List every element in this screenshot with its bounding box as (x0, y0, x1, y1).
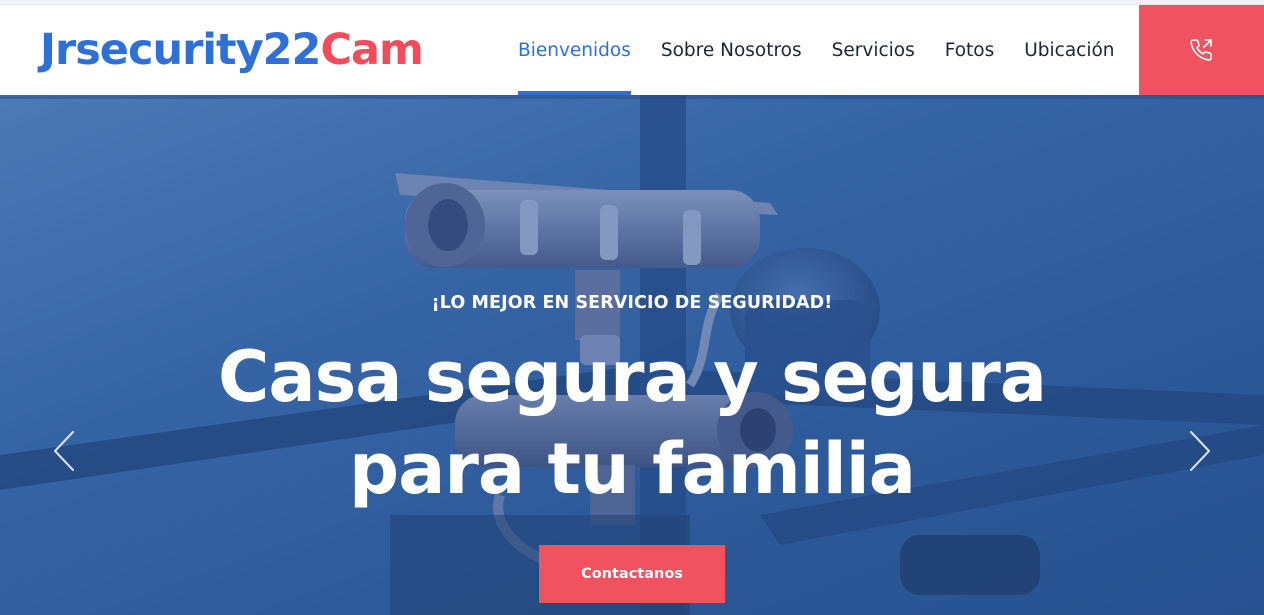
phone-outgoing-icon (1189, 39, 1212, 61)
brand-logo[interactable]: Jrsecurity22Cam (40, 22, 424, 78)
nav-item-servicios[interactable]: Servicios (832, 5, 915, 95)
hero-headline-line1: Casa segura y segura (218, 336, 1047, 418)
nav-item-ubicacion[interactable]: Ubicación (1024, 5, 1114, 95)
nav-item-fotos[interactable]: Fotos (945, 5, 995, 95)
brand-name-part1: Jrsecurity22 (40, 25, 321, 75)
hero-slider: ¡LO MEJOR EN SERVICIO DE SEGURIDAD! Casa… (0, 95, 1264, 615)
navbar: Jrsecurity22Cam Bienvenidos Sobre Nosotr… (0, 5, 1264, 95)
slider-prev-button[interactable] (49, 428, 79, 474)
contact-button[interactable]: Contactanos (539, 545, 725, 603)
nav-item-sobre-nosotros[interactable]: Sobre Nosotros (661, 5, 802, 95)
chevron-left-icon (54, 431, 74, 471)
brand-name-part2: Cam (320, 25, 423, 75)
hero-eyebrow: ¡LO MEJOR EN SERVICIO DE SEGURIDAD! (431, 293, 833, 313)
nav-item-bienvenidos[interactable]: Bienvenidos (518, 5, 631, 95)
slider-next-button[interactable] (1185, 428, 1215, 474)
chevron-right-icon (1190, 431, 1210, 471)
main-nav: Bienvenidos Sobre Nosotros Servicios Fot… (518, 5, 1145, 95)
call-button[interactable] (1139, 5, 1264, 95)
hero-headline: Casa segura y segura para tu familia (0, 331, 1264, 515)
hero-headline-line2: para tu familia (349, 428, 916, 510)
